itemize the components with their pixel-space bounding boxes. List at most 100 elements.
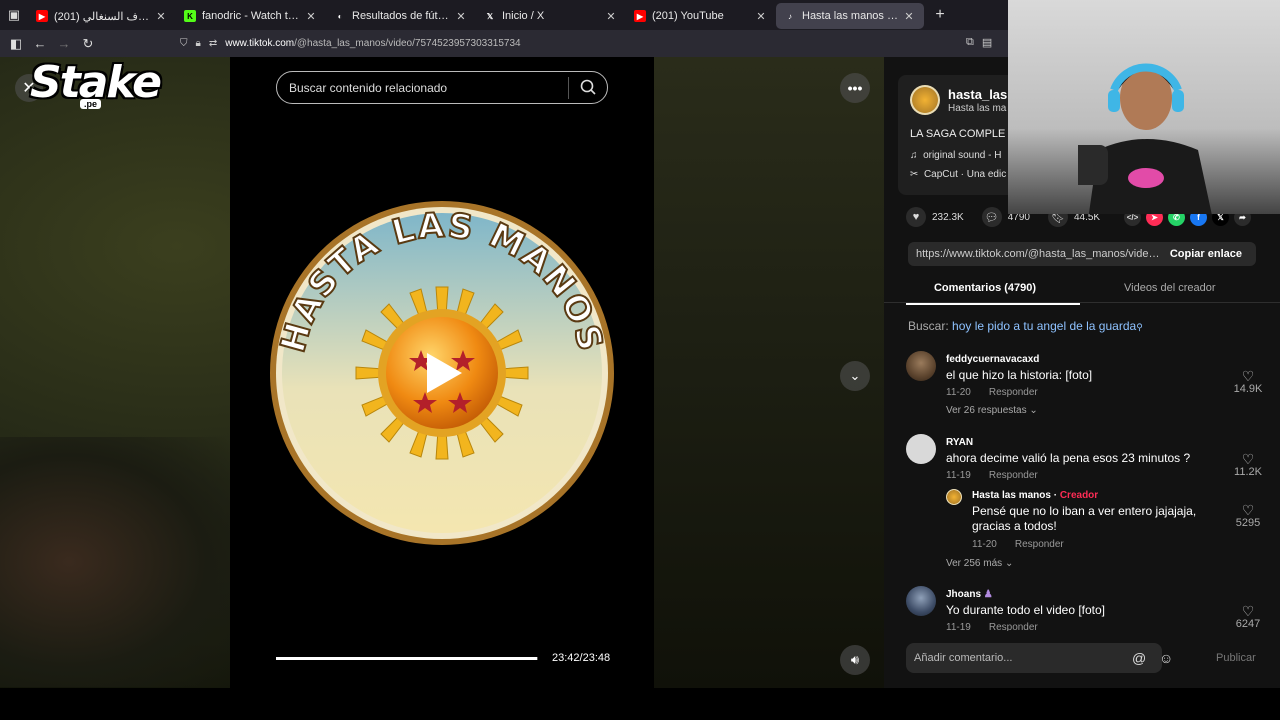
share-url[interactable]: https://www.tiktok.com/@hasta_las_manos/… (908, 248, 1163, 260)
close-icon[interactable]: ✕ (754, 10, 768, 23)
tab-list-icon[interactable]: ▣ (0, 0, 28, 30)
background-blur (0, 437, 230, 687)
comment-input[interactable]: Añadir comentario... @ ☺ (906, 643, 1173, 673)
comment-like-button[interactable]: ♡ 5295 (1230, 503, 1266, 529)
tiktok-icon: ♪ (788, 11, 792, 21)
like-count: 232.3K (932, 211, 964, 223)
avatar[interactable] (906, 351, 936, 381)
lock-icon[interactable]: 🔒︎ (196, 38, 201, 49)
avatar[interactable] (946, 489, 962, 505)
avatar[interactable] (910, 85, 940, 115)
close-icon[interactable]: ✕ (604, 10, 618, 23)
comment-like-button[interactable]: ♡ 11.2K (1230, 452, 1266, 478)
creator-badge: Creador (1059, 490, 1099, 501)
translate-icon[interactable]: ⧉ (966, 36, 974, 49)
comment-like-count: 11.2K (1234, 466, 1262, 478)
search-suggestion[interactable]: Buscar: hoy le pido a tu angel de la gua… (908, 319, 1143, 333)
author-nickname: Hasta las ma (948, 103, 1007, 114)
back-icon[interactable]: ← (28, 32, 52, 56)
webcam-overlay (1008, 0, 1280, 214)
heart-outline-icon: ♡ (1241, 502, 1255, 518)
reload-icon[interactable]: ↻ (76, 32, 100, 56)
comment-meta: 11-19 Responder (946, 622, 1038, 631)
youtube-icon: ▶ (634, 10, 646, 22)
browser-tab-3[interactable]: 𝕏 Inicio / X ✕ (476, 3, 626, 29)
tab-title: Hasta las manos (@hasta_las_m (802, 10, 898, 22)
comment-username[interactable]: RYAN (946, 437, 973, 448)
video-player[interactable]: HASTA LAS MANOS (230, 57, 654, 688)
close-icon[interactable]: ✕ (902, 10, 916, 23)
stake-logo-suffix: .pe (80, 99, 102, 109)
comment-text: el que hizo la historia: [foto] (946, 368, 1093, 382)
close-icon[interactable]: ✕ (454, 10, 468, 23)
streamer-silhouette (1078, 63, 1212, 214)
publish-button[interactable]: Publicar (1216, 652, 1256, 664)
url-bar[interactable]: ⛉ 🔒︎ ⇄ www.tiktok.com/@hasta_las_manos/v… (170, 33, 1010, 54)
reply-button[interactable]: Responder (989, 622, 1038, 631)
comment-date: 11-19 (946, 622, 971, 631)
browser-tab-0[interactable]: ▶ (201) مهارات واهداف السنغالي ✕ (28, 3, 176, 29)
search-placeholder: Buscar contenido relacionado (289, 80, 448, 95)
like-button[interactable]: ♥ 232.3K (906, 207, 964, 227)
reply-button[interactable]: Responder (989, 387, 1038, 398)
browser-tab-4[interactable]: ▶ (201) YouTube ✕ (626, 3, 776, 29)
heart-outline-icon: ♡ (1241, 368, 1255, 384)
shield-icon[interactable]: ⛉ (180, 38, 188, 49)
reply-button[interactable]: Responder (1015, 539, 1064, 550)
browser-tab-1[interactable]: K fanodric - Watch the VOD on K ✕ (176, 3, 326, 29)
reply-button[interactable]: Responder (989, 470, 1038, 481)
view-replies-button[interactable]: Ver 26 respuestas ⌄ (946, 405, 1038, 416)
comment-like-button[interactable]: ♡ 6247 (1230, 604, 1266, 630)
x-logo-icon: 𝕏 (486, 11, 494, 21)
nav-right-icons: ⧉ ▤ (966, 36, 992, 49)
mention-icon[interactable]: @ (1132, 650, 1146, 666)
permissions-icon[interactable]: ⇄ (209, 38, 217, 49)
comment-date: 11-20 (946, 387, 971, 398)
comment-like-button[interactable]: ♡ 14.9K (1230, 369, 1266, 395)
related-search-input[interactable]: Buscar contenido relacionado (276, 71, 608, 104)
comment-meta: 11-20 Responder (972, 539, 1064, 550)
avatar[interactable] (906, 434, 936, 464)
video-progress-bar[interactable] (276, 657, 538, 660)
capcut-label: CapCut · Una edic (923, 169, 1007, 180)
tab-comments[interactable]: Comentarios (4790) (906, 282, 1082, 305)
comment-list: feddycuernavacaxd el que hizo la histori… (884, 345, 1280, 631)
chevron-down-icon[interactable]: ⌄ (840, 361, 870, 391)
search-icon[interactable] (579, 78, 597, 96)
comment-username[interactable]: Jhoans ♟ (946, 589, 993, 600)
reply-username[interactable]: Hasta las manos · Creador (972, 490, 1098, 501)
music-row[interactable]: ♫ original sound - H (910, 150, 1001, 161)
tab-title: Resultados de fútbol en vivo, M (352, 10, 450, 22)
reader-icon[interactable]: ▤ (982, 36, 992, 49)
reply-text-line1: Pensé que no lo iban a ver entero jajaja… (972, 504, 1197, 518)
comment-like-count: 6247 (1235, 618, 1261, 630)
copy-link-button[interactable]: Copiar enlace (1170, 248, 1242, 260)
comment-date: 11-20 (972, 539, 997, 550)
panel-tabs: Comentarios (4790) Videos del creador (884, 277, 1280, 305)
browser-tab-5[interactable]: ♪ Hasta las manos (@hasta_las_m ✕ (776, 3, 924, 29)
globe-icon: ◐ (337, 11, 343, 21)
close-icon[interactable]: ✕ (304, 10, 318, 23)
comment-username[interactable]: feddycuernavacaxd (946, 354, 1039, 365)
tab-creator-videos[interactable]: Videos del creador (1124, 282, 1216, 294)
avatar[interactable] (906, 586, 936, 616)
close-icon[interactable]: ✕ (154, 10, 168, 23)
search-suggestion-query[interactable]: hoy le pido a tu angel de la guarda (952, 319, 1136, 333)
tab-title: fanodric - Watch the VOD on K (202, 10, 300, 22)
tab-title: Inicio / X (502, 10, 545, 22)
more-options-icon[interactable]: ••• (840, 73, 870, 103)
author-username[interactable]: hasta_las (948, 87, 1007, 102)
comment-icon: 💬︎ (981, 207, 1002, 227)
capcut-row[interactable]: ✂ CapCut · Una edic (910, 169, 1006, 180)
view-more-replies-button[interactable]: Ver 256 más ⌄ (946, 558, 1013, 569)
new-tab-button[interactable]: + (928, 6, 952, 24)
video-stage: HASTA LAS MANOS ✕ Stake .pe Buscar conte… (0, 57, 884, 688)
forward-icon[interactable]: → (52, 32, 76, 56)
sidebar-icon[interactable]: ◧ (4, 32, 28, 56)
search-divider (568, 77, 569, 99)
volume-icon[interactable]: 🔊︎ (840, 645, 870, 675)
emoji-picker-icon[interactable]: ☺ (1159, 650, 1173, 666)
music-note-icon: ♫ (910, 150, 918, 161)
search-suggestion-label: Buscar: (908, 319, 949, 333)
browser-tab-2[interactable]: ◐ Resultados de fútbol en vivo, M ✕ (326, 3, 476, 29)
